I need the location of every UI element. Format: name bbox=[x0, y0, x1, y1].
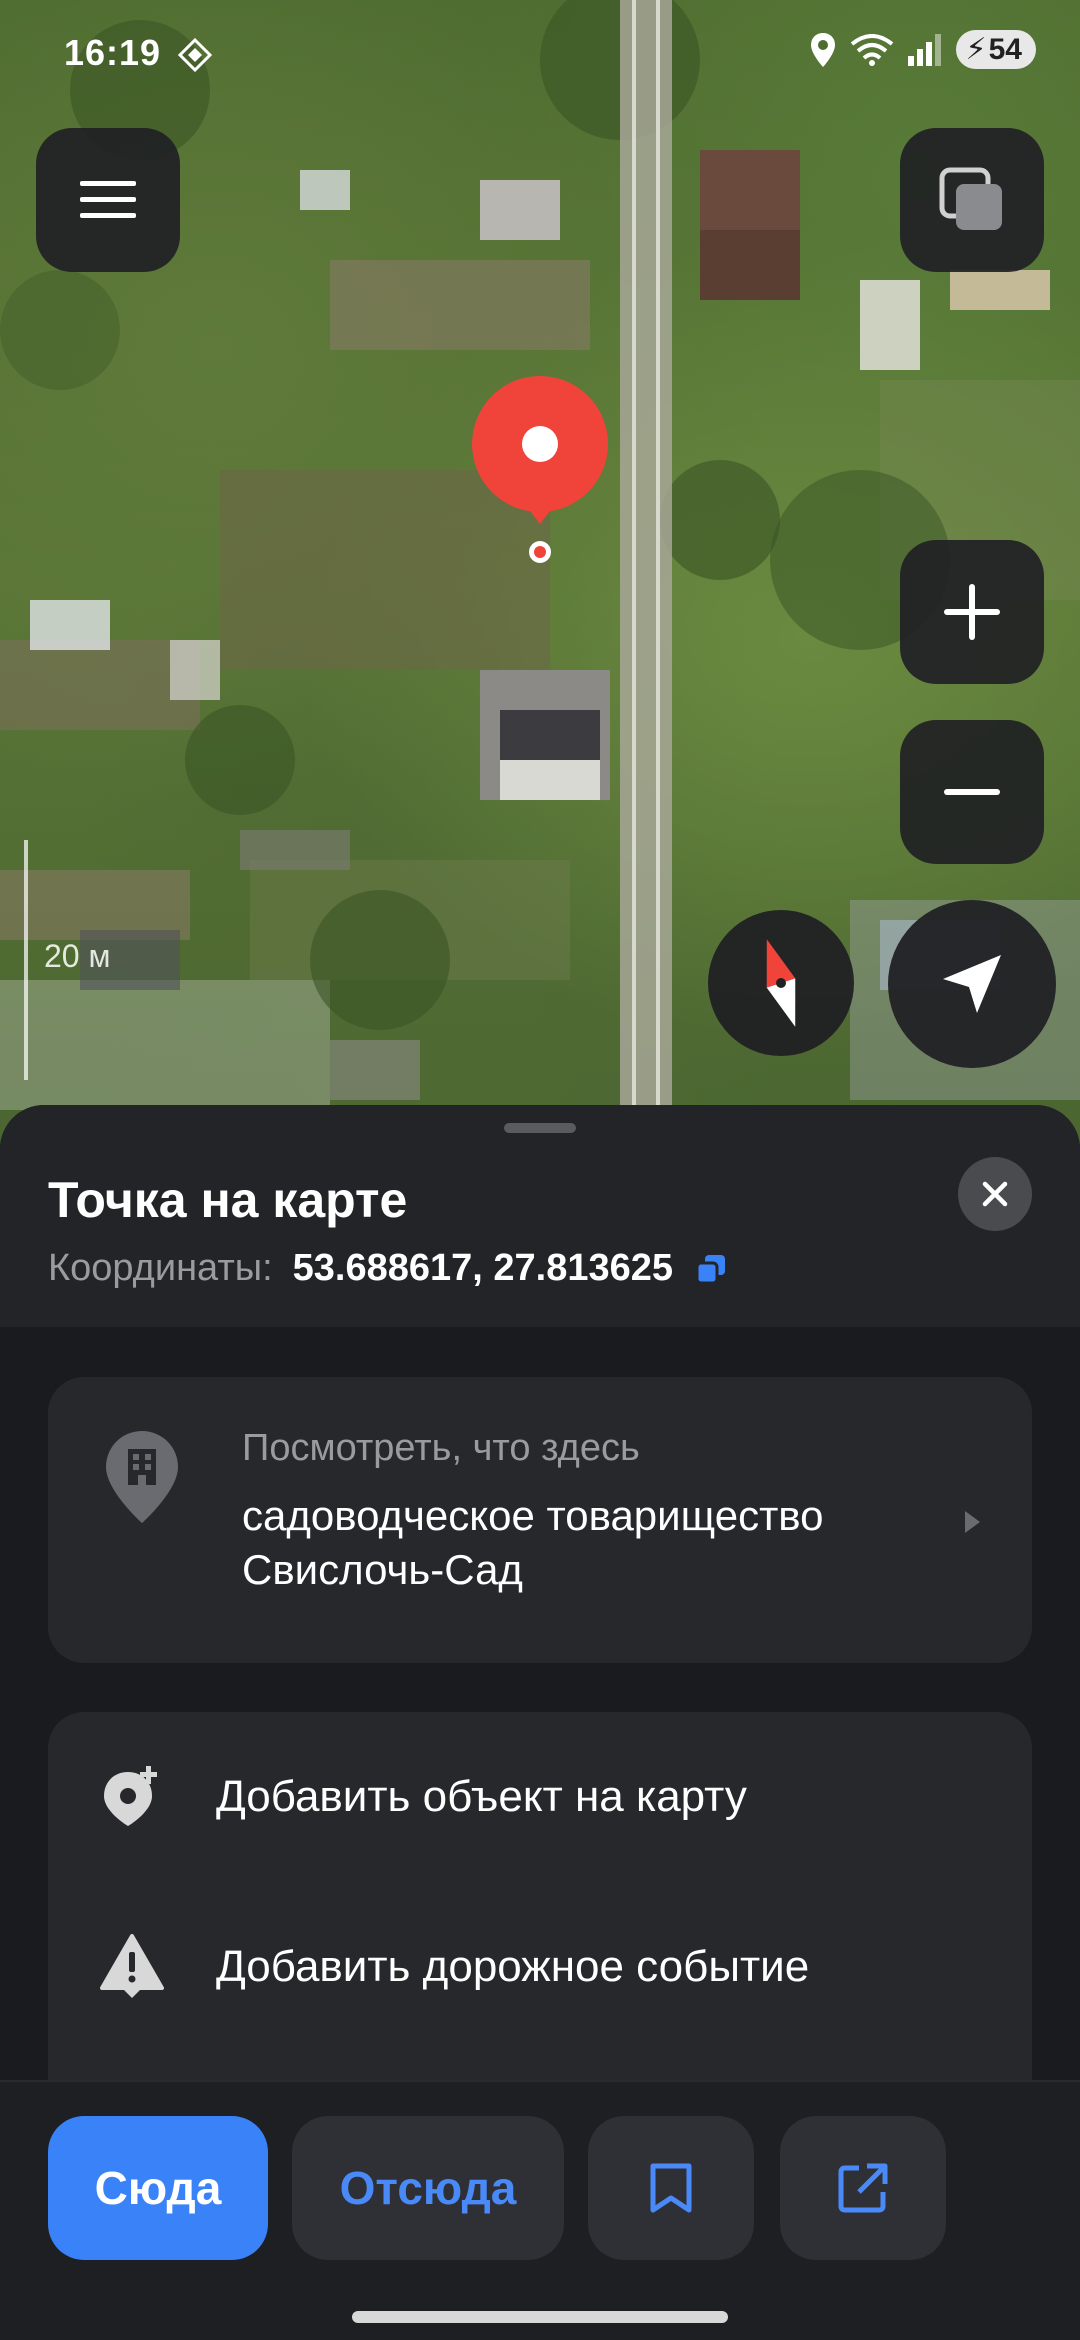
chevron-right-icon bbox=[965, 1511, 980, 1533]
route-from-here-button[interactable]: Отсюда bbox=[292, 2116, 564, 2260]
drag-handle[interactable] bbox=[504, 1123, 576, 1133]
road-warning-icon bbox=[100, 1934, 164, 1998]
coordinates-row: Координаты: 53.688617, 27.813625 bbox=[48, 1247, 727, 1290]
bookmark-icon bbox=[650, 2163, 692, 2213]
bottom-action-bar: Сюда Отсюда bbox=[0, 2080, 1080, 2340]
layers-icon bbox=[939, 167, 1002, 230]
what-is-here-card[interactable]: Посмотреть, что здесь садоводческое това… bbox=[48, 1377, 1032, 1663]
locate-me-button[interactable] bbox=[888, 900, 1056, 1068]
zoom-in-button[interactable] bbox=[900, 540, 1044, 684]
home-indicator[interactable] bbox=[352, 2311, 728, 2323]
add-road-event-action[interactable]: Добавить дорожное событие bbox=[48, 1892, 1032, 2042]
battery-level: 54 bbox=[988, 32, 1022, 66]
close-icon bbox=[982, 1181, 1008, 1207]
zoom-out-button[interactable] bbox=[900, 720, 1044, 864]
compass-button[interactable] bbox=[708, 910, 854, 1056]
status-bar: 16:19 ⚡ 54 bbox=[0, 0, 1080, 110]
actions-card: Добавить объект на карту Добавить дорожн… bbox=[48, 1712, 1032, 2132]
signal-icon bbox=[907, 33, 941, 66]
place-name: садоводческое товарищество Свислочь-Сад bbox=[242, 1492, 824, 1593]
add-object-action[interactable]: Добавить объект на карту bbox=[48, 1722, 1032, 1872]
copy-icon[interactable] bbox=[695, 1253, 727, 1285]
battery-indicator: ⚡ 54 bbox=[955, 30, 1036, 69]
menu-icon bbox=[80, 181, 136, 218]
scale-bar bbox=[24, 840, 28, 1080]
route-to-here-button[interactable]: Сюда bbox=[48, 2116, 268, 2260]
sheet-title: Точка на карте bbox=[48, 1172, 408, 1228]
zoom-out-icon bbox=[944, 789, 1000, 795]
notification-diamond-icon bbox=[178, 38, 212, 72]
sheet-header: Точка на карте Координаты: 53.688617, 27… bbox=[0, 1105, 1080, 1327]
bookmark-button[interactable] bbox=[588, 2116, 754, 2260]
add-place-icon bbox=[104, 1766, 157, 1826]
location-icon bbox=[810, 32, 835, 67]
share-button[interactable] bbox=[780, 2116, 946, 2260]
share-icon bbox=[838, 2163, 888, 2213]
add-object-label: Добавить объект на карту bbox=[216, 1772, 747, 1821]
map-view[interactable]: 16:19 ⚡ 54 20 м bbox=[0, 0, 1080, 1160]
battery-bolt-icon: ⚡ bbox=[965, 33, 987, 66]
compass-icon bbox=[766, 939, 796, 1027]
what-is-here-caption: Посмотреть, что здесь bbox=[242, 1427, 640, 1469]
zoom-in-icon bbox=[944, 584, 1000, 640]
wifi-icon bbox=[850, 33, 893, 66]
coordinates-label: Координаты: bbox=[48, 1247, 273, 1289]
close-button[interactable] bbox=[958, 1157, 1032, 1231]
locate-icon bbox=[943, 955, 1001, 1013]
menu-button[interactable] bbox=[36, 128, 180, 272]
scale-label: 20 м bbox=[44, 938, 111, 974]
coordinates-value[interactable]: 53.688617, 27.813625 bbox=[293, 1247, 673, 1290]
status-icons: ⚡ 54 bbox=[810, 30, 1036, 69]
layers-button[interactable] bbox=[900, 128, 1044, 272]
building-pin-icon bbox=[106, 1431, 178, 1523]
status-time: 16:19 bbox=[64, 32, 162, 73]
add-road-event-label: Добавить дорожное событие bbox=[216, 1942, 810, 1991]
location-pin-marker[interactable] bbox=[470, 374, 610, 574]
